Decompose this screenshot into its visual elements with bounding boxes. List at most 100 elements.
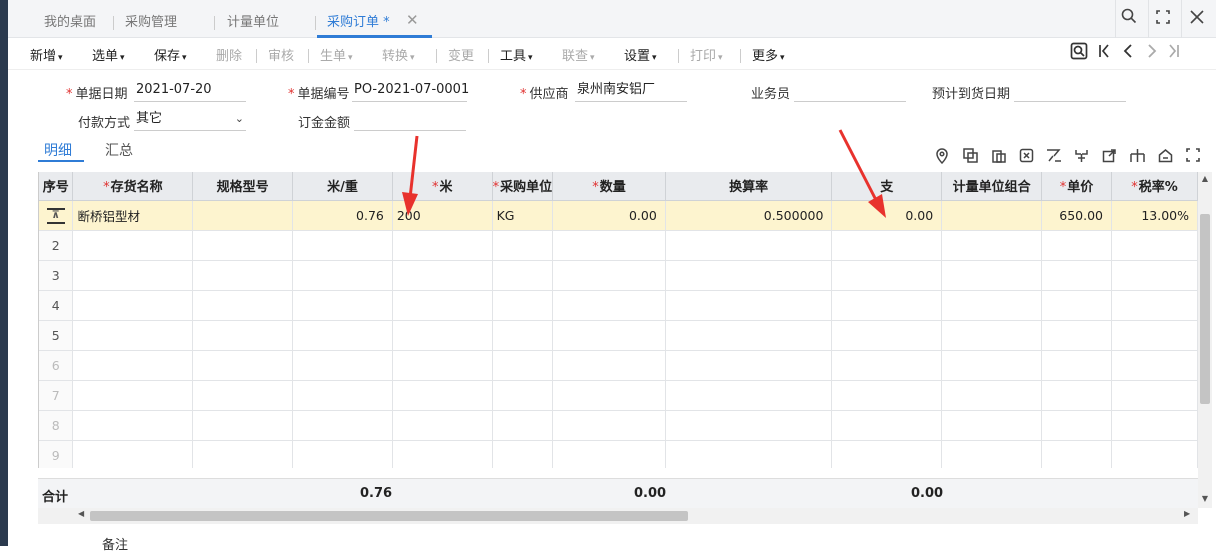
- grid-cell[interactable]: [492, 290, 554, 321]
- grid-cell[interactable]: [552, 260, 666, 291]
- grid-cell[interactable]: [292, 320, 393, 351]
- grid-cell[interactable]: [292, 230, 393, 261]
- horizontal-scroll-thumb[interactable]: [90, 511, 688, 521]
- tab-purchase-order[interactable]: 采购订单 *: [327, 0, 390, 38]
- grid-cell[interactable]: [72, 410, 194, 441]
- grid-cell[interactable]: [192, 230, 294, 261]
- vertical-scroll-thumb[interactable]: [1200, 214, 1210, 404]
- fullscreen-grid-icon[interactable]: [1184, 148, 1202, 166]
- grid-cell[interactable]: [72, 290, 194, 321]
- cell-unit-group[interactable]: [941, 200, 1043, 231]
- grid-cell[interactable]: [552, 230, 666, 261]
- grid-cell[interactable]: [665, 320, 833, 351]
- scroll-down-icon[interactable]: ▼: [1198, 494, 1212, 503]
- cell-meter[interactable]: 200: [392, 200, 493, 231]
- col-header-spec[interactable]: 规格型号: [192, 172, 294, 201]
- grid-cell[interactable]: [192, 440, 294, 468]
- grid-cell[interactable]: [1041, 230, 1113, 261]
- tab-detail[interactable]: 明细: [44, 140, 72, 160]
- grid-cell[interactable]: [492, 440, 554, 468]
- salesman-field[interactable]: [794, 80, 906, 102]
- grid-cell[interactable]: [1111, 440, 1198, 468]
- grid-cell[interactable]: [392, 350, 493, 381]
- grid-cell[interactable]: [1041, 410, 1113, 441]
- col-header-unit-price[interactable]: *单价: [1041, 172, 1113, 201]
- cell-pieces[interactable]: 0.00: [831, 200, 943, 231]
- grid-cell[interactable]: [665, 290, 833, 321]
- grid-cell[interactable]: [941, 350, 1043, 381]
- cell-conversion-rate[interactable]: 0.500000: [665, 200, 833, 231]
- grid-cell[interactable]: [831, 290, 943, 321]
- filter-rows-icon[interactable]: [1045, 148, 1063, 166]
- grid-cell[interactable]: [552, 290, 666, 321]
- location-icon[interactable]: [933, 148, 951, 166]
- grid-cell[interactable]: [1111, 290, 1198, 321]
- convert-button[interactable]: 转换 ▾: [382, 45, 415, 64]
- col-header-tax-rate[interactable]: *税率%: [1111, 172, 1198, 201]
- table-row[interactable]: ⊼ 断桥铝型材 0.76 200 KG 0.00 0.500000 0.00 6…: [39, 200, 1198, 231]
- cell-spec[interactable]: [192, 200, 294, 231]
- grid-cell[interactable]: [492, 260, 554, 291]
- grid-cell[interactable]: [1041, 260, 1113, 291]
- cell-quantity[interactable]: 0.00: [552, 200, 666, 231]
- grid-cell[interactable]: [552, 380, 666, 411]
- grid-cell[interactable]: [831, 260, 943, 291]
- grid-cell[interactable]: [492, 320, 554, 351]
- grid-cell[interactable]: [72, 260, 194, 291]
- grid-cell[interactable]: [192, 320, 294, 351]
- col-header-item-name[interactable]: *存货名称: [72, 172, 194, 201]
- grid-cell[interactable]: [192, 290, 294, 321]
- grid-cell[interactable]: [492, 410, 554, 441]
- grid-cell[interactable]: [192, 350, 294, 381]
- select-button[interactable]: 选单 ▾: [92, 45, 125, 64]
- cell-unit-price[interactable]: 650.00: [1041, 200, 1113, 231]
- search-icon[interactable]: [1118, 8, 1140, 30]
- save-button[interactable]: 保存 ▾: [154, 45, 187, 64]
- cell-purchase-unit[interactable]: KG: [492, 200, 554, 231]
- last-record-icon[interactable]: [1164, 42, 1184, 66]
- delete-button[interactable]: 删除: [216, 45, 242, 64]
- grid-cell[interactable]: [72, 230, 194, 261]
- grid-cell[interactable]: [1041, 350, 1113, 381]
- row-operation-icon[interactable]: ⊼: [46, 208, 65, 224]
- grid-cell[interactable]: [831, 440, 943, 468]
- table-row[interactable]: 8: [39, 410, 1198, 441]
- grid-cell[interactable]: [292, 440, 393, 468]
- previous-record-icon[interactable]: [1118, 42, 1138, 66]
- grid-cell[interactable]: [392, 380, 493, 411]
- grid-cell[interactable]: [492, 230, 554, 261]
- grid-cell[interactable]: [941, 320, 1043, 351]
- grid-cell[interactable]: [1111, 260, 1198, 291]
- grid-cell[interactable]: [831, 380, 943, 411]
- grid-cell[interactable]: [1111, 350, 1198, 381]
- grid-cell[interactable]: [392, 230, 493, 261]
- grid-cell[interactable]: [831, 230, 943, 261]
- cell-item-name[interactable]: 断桥铝型材: [72, 200, 194, 231]
- fullscreen-icon[interactable]: [1152, 8, 1174, 30]
- delete-row-icon[interactable]: [1017, 148, 1035, 166]
- grid-cell[interactable]: [941, 290, 1043, 321]
- add-button[interactable]: 新增 ▾: [30, 45, 63, 64]
- payment-method-select[interactable]: 其它 ⌄: [134, 109, 246, 131]
- grid-cell[interactable]: [1111, 410, 1198, 441]
- home-icon[interactable]: [1156, 148, 1174, 166]
- date-field[interactable]: 2021-07-20: [134, 80, 246, 102]
- grid-cell[interactable]: [492, 380, 554, 411]
- grid-cell[interactable]: [941, 440, 1043, 468]
- audit-button[interactable]: 审核: [268, 45, 294, 64]
- col-header-conversion-rate[interactable]: 换算率: [665, 172, 833, 201]
- grid-cell[interactable]: [72, 440, 194, 468]
- grid-cell[interactable]: [665, 230, 833, 261]
- grid-cell[interactable]: [192, 380, 294, 411]
- grid-cell[interactable]: [392, 260, 493, 291]
- paste-row-icon[interactable]: [989, 148, 1007, 166]
- col-header-meter[interactable]: *米: [392, 172, 493, 201]
- col-header-index[interactable]: 序号: [39, 172, 74, 201]
- more-button[interactable]: 更多 ▾: [752, 45, 785, 64]
- export-icon[interactable]: [1100, 148, 1118, 166]
- col-header-purchase-unit[interactable]: *采购单位: [492, 172, 554, 201]
- grid-cell[interactable]: [1111, 230, 1198, 261]
- grid-cell[interactable]: [665, 350, 833, 381]
- grid-cell[interactable]: [941, 260, 1043, 291]
- grid-cell[interactable]: [1041, 320, 1113, 351]
